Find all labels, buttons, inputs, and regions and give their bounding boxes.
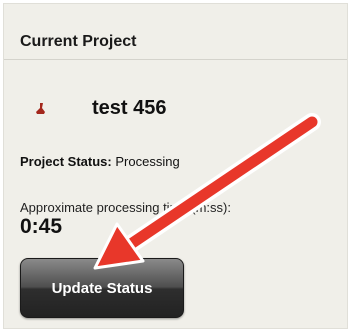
processing-time-value: 0:45 [20,215,63,238]
project-status-label: Project Status: [20,154,112,169]
current-project-panel: Current Project test 456 Project Status:… [3,3,348,329]
project-status: Project Status: Processing [20,154,180,169]
project-name: test 456 [92,97,167,119]
processing-time-label: Approximate processing time (m:ss): [20,200,231,215]
update-status-button[interactable]: Update Status [20,258,184,318]
panel-title: Current Project [20,33,137,50]
project-pin-icon [36,103,45,114]
project-status-value: Processing [115,154,180,169]
panel-header: Current Project [4,4,347,60]
